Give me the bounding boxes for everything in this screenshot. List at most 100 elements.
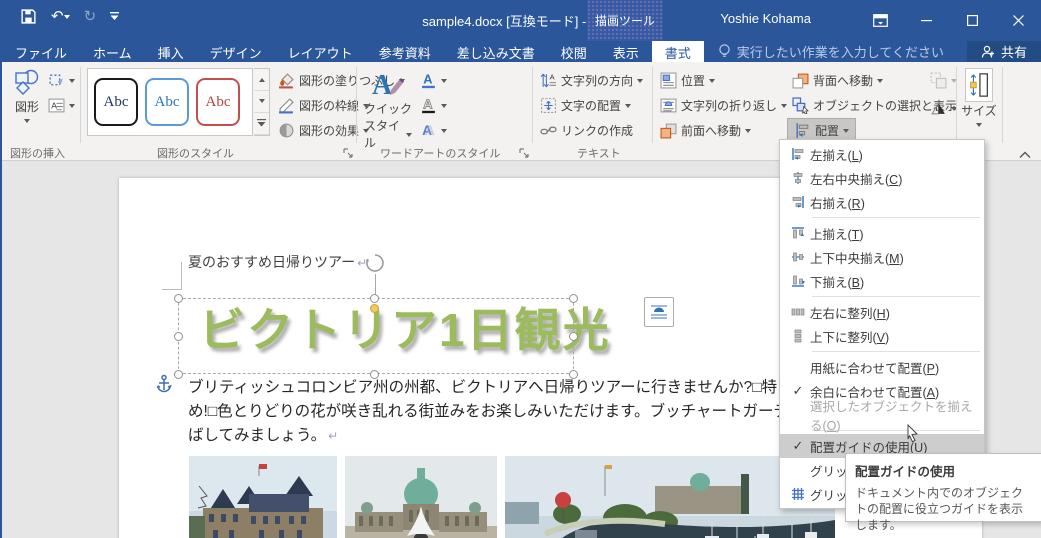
menu-item-align-left[interactable]: 左揃え(L) xyxy=(780,142,984,166)
selection-handle-top-center[interactable] xyxy=(370,294,379,303)
shape-outline-label: 図形の枠線 xyxy=(299,98,360,113)
layout-options-icon xyxy=(651,305,667,319)
contextual-tab-group-label: 描画ツール xyxy=(587,0,663,41)
menu-item-align-center[interactable]: 左右中央揃え(C) xyxy=(780,166,984,190)
svg-text:A: A xyxy=(423,72,432,87)
tab-layout[interactable]: レイアウト xyxy=(275,41,366,62)
edit-shape-button[interactable] xyxy=(48,70,75,90)
quick-styles-button[interactable]: A クイック スタイル xyxy=(364,68,412,151)
undo-button[interactable]: ↶ xyxy=(51,9,70,24)
shape-style-1[interactable]: Abc xyxy=(94,78,138,126)
photo-parliament-building[interactable] xyxy=(345,456,497,538)
adjust-handle[interactable] xyxy=(370,304,379,313)
word-window: ↶ ↻ sample4.docx [互換モード] - Word 描画ツール Yo… xyxy=(0,0,1041,538)
menu-item-align-bottom[interactable]: 下揃え(B) xyxy=(780,269,984,293)
selection-handle-bottom-left[interactable] xyxy=(174,370,183,379)
size-label: サイズ xyxy=(961,104,997,118)
redo-button[interactable]: ↻ xyxy=(84,9,97,24)
selection-handle-top-left[interactable] xyxy=(174,294,183,303)
tab-insert[interactable]: 挿入 xyxy=(145,41,197,62)
align-objects-button[interactable]: 配置 xyxy=(786,118,857,142)
customize-qat-button[interactable] xyxy=(110,12,120,21)
rotate-handle-icon[interactable] xyxy=(364,252,386,274)
align-objects-icon xyxy=(796,122,809,138)
text-fill-button[interactable]: A xyxy=(420,70,447,90)
scroll-down-icon xyxy=(258,99,265,106)
menu-item-align-to-page[interactable]: 用紙に合わせて配置(P) xyxy=(780,355,984,379)
create-link-button[interactable]: リンクの作成 xyxy=(540,120,633,140)
bring-forward-label: 前面へ移動 xyxy=(681,123,742,138)
tell-me-placeholder: 実行したい作業を入力してください xyxy=(736,45,944,60)
group-label-shape-styles: 図形のスタイル xyxy=(157,148,234,160)
selection-handle-middle-right[interactable] xyxy=(569,332,578,341)
menu-item-distribute-horizontally[interactable]: 左右に整列(H) xyxy=(780,300,984,324)
maximize-button[interactable] xyxy=(949,0,995,41)
close-button[interactable] xyxy=(995,0,1041,41)
tooltip-use-alignment-guides: 配置ガイドの使用 ドキュメント内でのオブジェクトの配置に役立つガイドを表示します… xyxy=(845,453,1041,532)
body-paragraph[interactable]: ブリティッシュコロンビア州の州都、ビクトリアへ日帰りツアーに行きませんか?□特に… xyxy=(188,376,820,448)
size-icon xyxy=(965,68,993,102)
tab-file[interactable]: ファイル xyxy=(2,41,80,62)
menu-item-align-selected-objects: 選択したオブジェクトを揃える(O) xyxy=(810,400,973,433)
insert-shapes-button[interactable]: 図形 xyxy=(10,68,44,126)
tab-references[interactable]: 参考資料 xyxy=(366,41,444,62)
gallery-more-button[interactable] xyxy=(254,113,269,135)
tab-home[interactable]: ホーム xyxy=(80,41,145,62)
send-backward-button[interactable]: 背面へ移動 xyxy=(792,70,884,90)
ribbon-display-options-icon xyxy=(872,14,888,27)
user-account[interactable]: Yoshie Kohama xyxy=(720,11,811,26)
group-separator xyxy=(356,67,357,143)
layout-options-button[interactable] xyxy=(644,297,674,327)
wordart-styles-dialog-launcher[interactable] xyxy=(518,147,530,159)
shape-style-3[interactable]: Abc xyxy=(196,78,240,126)
menu-item-align-middle[interactable]: 上下中央揃え(M) xyxy=(780,245,984,269)
save-icon xyxy=(21,9,36,24)
tab-review[interactable]: 校閲 xyxy=(548,41,600,62)
tab-design[interactable]: デザイン xyxy=(197,41,275,62)
wordart-quick-styles-icon: A xyxy=(372,70,404,100)
quick-access-toolbar: ↶ ↻ xyxy=(20,8,120,25)
svg-text:A: A xyxy=(51,100,57,110)
photo-empress-hotel[interactable] xyxy=(189,456,337,538)
group-objects-button[interactable] xyxy=(930,70,957,90)
tab-format-active[interactable]: 書式 xyxy=(651,41,704,62)
undo-dropdown-arrow-icon[interactable] xyxy=(63,15,70,22)
rotate-objects-icon xyxy=(931,100,945,114)
share-label: 共有 xyxy=(1000,45,1027,60)
shapes-dropdown-arrow-icon xyxy=(24,119,30,126)
tell-me-box[interactable]: 実行したい作業を入力してください xyxy=(704,41,958,62)
menu-separator xyxy=(812,351,980,352)
group-separator xyxy=(956,67,957,143)
tab-mailings[interactable]: 差し込み文書 xyxy=(444,41,548,62)
grid-icon xyxy=(792,488,804,500)
shape-styles-dialog-launcher[interactable] xyxy=(342,147,354,159)
save-button[interactable] xyxy=(20,8,37,25)
menu-item-distribute-vertically[interactable]: 上下に整列(V) xyxy=(780,324,984,348)
shape-style-2[interactable]: Abc xyxy=(145,78,189,126)
align-text-dropdown-arrow-icon xyxy=(625,103,632,111)
rotate-objects-button[interactable] xyxy=(930,98,957,118)
text-outline-button[interactable]: A xyxy=(420,95,447,115)
bring-forward-button[interactable]: 前面へ移動 xyxy=(660,120,752,140)
size-button[interactable]: サイズ xyxy=(960,68,998,130)
align-text-icon xyxy=(541,97,556,113)
link-icon xyxy=(540,126,557,134)
selection-handle-middle-left[interactable] xyxy=(174,332,183,341)
tab-view[interactable]: 表示 xyxy=(600,41,652,62)
share-button[interactable]: 共有 xyxy=(966,41,1041,62)
selection-handle-top-right[interactable] xyxy=(569,294,578,303)
ribbon-display-options-button[interactable] xyxy=(857,0,903,41)
gallery-scroll-down-button[interactable] xyxy=(254,91,269,113)
draw-textbox-button[interactable]: A xyxy=(48,95,75,115)
minimize-button[interactable] xyxy=(903,0,949,41)
gallery-scroll-up-button[interactable] xyxy=(254,69,269,91)
svg-text:A: A xyxy=(425,122,435,138)
position-button[interactable]: 位置 xyxy=(660,70,716,90)
menu-item-align-right[interactable]: 右揃え(R) xyxy=(780,190,984,214)
menu-item-align-top[interactable]: 上揃え(T) xyxy=(780,221,984,245)
text-direction-button[interactable]: A 文字列の方向 xyxy=(540,70,644,90)
align-text-button[interactable]: 文字の配置 xyxy=(540,95,632,115)
document-heading[interactable]: 夏のおすすめ日帰りツアー ↵ xyxy=(188,252,367,272)
wrap-text-button[interactable]: 文字列の折り返し xyxy=(660,95,788,115)
text-effects-button[interactable]: AA xyxy=(420,120,447,140)
